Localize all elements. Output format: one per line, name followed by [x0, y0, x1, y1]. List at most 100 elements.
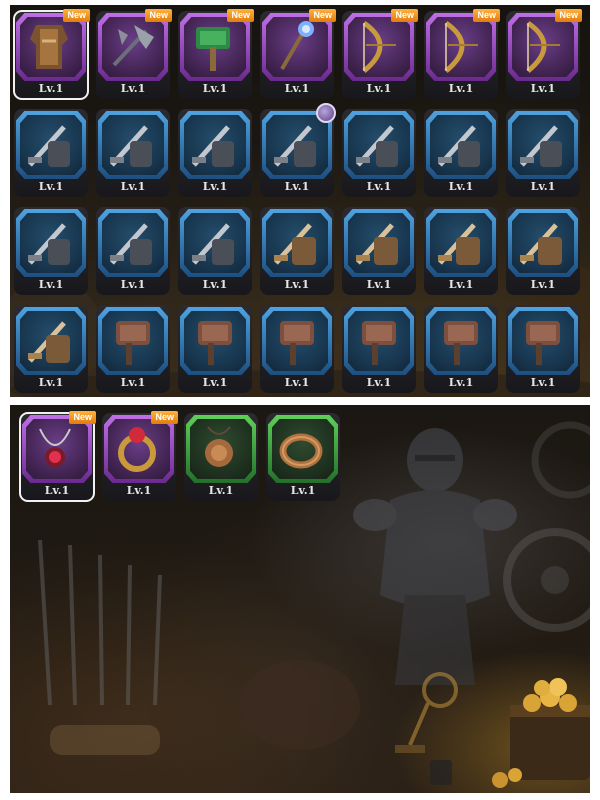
item-level: Lv.1 — [448, 278, 474, 291]
item-level: Lv.1 — [120, 376, 146, 389]
bronze-amulet-icon — [205, 426, 233, 467]
new-badge: New — [145, 9, 172, 22]
sword-gauntlet-icon — [520, 125, 562, 167]
inventory-slot[interactable]: Lv.1 New — [13, 9, 90, 100]
item-level: Lv.1 — [530, 278, 556, 291]
item-level: Lv.1 — [284, 278, 310, 291]
inventory-slot[interactable]: Lv.1 — [342, 305, 416, 393]
ruby-ring-icon — [118, 427, 156, 472]
inventory-slot[interactable]: Lv.1 — [178, 207, 252, 295]
scroll-decoration — [50, 725, 160, 755]
war-hammer-icon — [362, 321, 396, 365]
inventory-slot[interactable]: Lv.1 — [178, 305, 252, 393]
item-level: Lv.1 — [202, 278, 228, 291]
item-level: Lv.1 — [44, 484, 70, 497]
item-level: Lv.1 — [530, 376, 556, 389]
sword-gauntlet-icon — [356, 125, 398, 167]
war-hammer-icon — [526, 321, 560, 365]
item-level: Lv.1 — [120, 82, 146, 95]
sword-gauntlet-icon — [28, 125, 70, 167]
sword-gauntlet-icon — [28, 223, 70, 265]
inkwell-decoration — [430, 760, 452, 785]
item-level: Lv.1 — [448, 82, 474, 95]
sword-gauntlet-icon — [438, 125, 480, 167]
bronze-sword-icon — [438, 223, 480, 265]
item-level: Lv.1 — [448, 376, 474, 389]
knight-armor-decoration — [353, 428, 517, 685]
inventory-slot[interactable]: Lv.1 — [424, 109, 498, 197]
inventory-slot[interactable]: Lv.1 — [96, 207, 170, 295]
equipment-inventory-panel: Lv.1 New Lv.1 New Lv.1 New Lv.1 New Lv.1 New Lv.1 N… — [10, 5, 590, 397]
inventory-slot[interactable]: Lv.1 New — [506, 9, 582, 99]
inventory-slot[interactable]: Lv.1 — [260, 103, 336, 197]
accessory-slot[interactable]: Lv.1 — [266, 413, 340, 501]
helmet-decoration — [240, 660, 360, 750]
bronze-sword-icon — [28, 321, 70, 363]
war-hammer-icon — [444, 321, 478, 365]
item-level: Lv.1 — [530, 180, 556, 193]
inventory-slot[interactable]: Lv.1 — [424, 305, 498, 393]
accessory-slot[interactable]: Lv.1 New — [102, 411, 178, 501]
equipped-hero-avatar — [316, 103, 336, 123]
inventory-slot[interactable]: Lv.1 — [424, 207, 498, 295]
item-level: Lv.1 — [284, 180, 310, 193]
golden-bow-icon — [444, 20, 478, 73]
bronze-sword-icon — [520, 223, 562, 265]
accessory-slot[interactable]: Lv.1 — [184, 413, 258, 501]
inventory-slot[interactable]: Lv.1 — [260, 207, 334, 295]
bronze-ring-icon — [279, 433, 323, 469]
new-badge: New — [63, 9, 90, 22]
gear-decoration — [503, 421, 590, 632]
item-level: Lv.1 — [284, 82, 310, 95]
inventory-slot[interactable]: Lv.1 — [14, 109, 88, 197]
new-badge: New — [227, 9, 254, 22]
inventory-slot[interactable]: Lv.1 — [342, 109, 416, 197]
inventory-slot[interactable]: Lv.1 New — [424, 9, 500, 99]
inventory-slot[interactable]: Lv.1 New — [178, 9, 254, 99]
sword-gauntlet-icon — [274, 125, 316, 167]
inventory-slot[interactable]: Lv.1 — [342, 207, 416, 295]
item-level: Lv.1 — [284, 376, 310, 389]
inventory-slot[interactable]: Lv.1 — [14, 207, 88, 295]
item-level: Lv.1 — [448, 180, 474, 193]
item-level: Lv.1 — [38, 278, 64, 291]
sword-gauntlet-icon — [110, 125, 152, 167]
item-level: Lv.1 — [366, 376, 392, 389]
inventory-slot[interactable]: Lv.1 — [506, 109, 580, 197]
inventory-slot[interactable]: Lv.1 New — [342, 9, 418, 99]
inventory-slot[interactable]: Lv.1 — [96, 305, 170, 393]
item-level: Lv.1 — [530, 82, 556, 95]
new-badge: New — [309, 9, 336, 22]
inventory-slot[interactable]: Lv.1 — [260, 305, 334, 393]
golden-bow-icon — [526, 20, 560, 73]
inventory-slot[interactable]: Lv.1 New — [260, 9, 336, 99]
item-level: Lv.1 — [202, 82, 228, 95]
sword-rack-decoration — [38, 539, 162, 706]
new-badge: New — [151, 411, 178, 424]
item-level: Lv.1 — [38, 82, 64, 95]
inventory-slot[interactable]: Lv.1 — [14, 305, 88, 393]
sword-gauntlet-icon — [192, 125, 234, 167]
inventory-slot[interactable]: Lv.1 — [506, 305, 580, 393]
magnifier-decoration — [395, 672, 458, 753]
sword-gauntlet-icon — [110, 223, 152, 265]
inventory-slot[interactable]: Lv.1 New — [96, 9, 172, 99]
war-hammer-icon — [116, 321, 150, 365]
war-hammer-icon — [198, 321, 232, 365]
accessory-slot[interactable]: Lv.1 New — [19, 411, 96, 502]
inventory-slot[interactable]: Lv.1 — [506, 207, 580, 295]
accessory-inventory-panel: Lv.1 New Lv.1 New Lv.1 Lv.1 — [10, 405, 590, 793]
new-badge: New — [555, 9, 582, 22]
item-level: Lv.1 — [366, 180, 392, 193]
sword-gauntlet-icon — [192, 223, 234, 265]
bronze-sword-icon — [274, 223, 316, 265]
inventory-slot[interactable]: Lv.1 — [178, 109, 252, 197]
spiked-axe-icon — [112, 25, 154, 67]
new-badge: New — [391, 9, 418, 22]
new-badge: New — [473, 9, 500, 22]
war-hammer-icon — [280, 321, 314, 365]
inventory-slot[interactable]: Lv.1 — [96, 109, 170, 197]
new-badge: New — [69, 411, 96, 424]
crystal-staff-icon — [280, 21, 314, 71]
item-level: Lv.1 — [202, 376, 228, 389]
